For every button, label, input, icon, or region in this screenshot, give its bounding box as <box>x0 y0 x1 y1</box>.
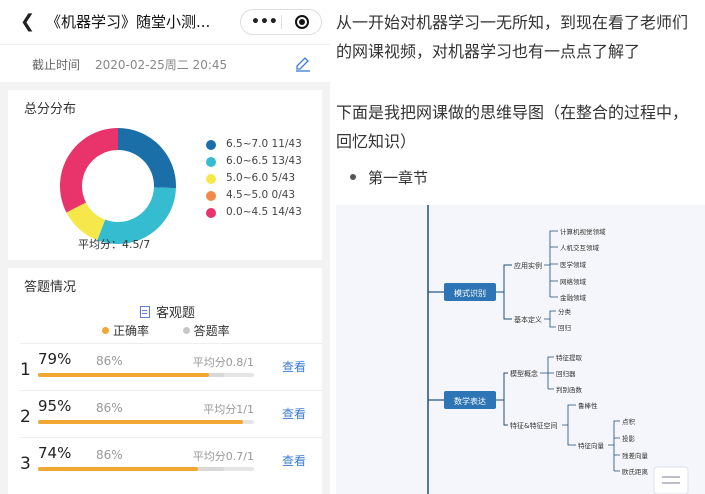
more-dots-icon[interactable]: ••• <box>251 12 278 32</box>
correct-rate-dot <box>102 327 109 334</box>
rate-legend: 正确率 答题率 <box>102 322 230 339</box>
question-row: 1 79% 86% 平均分0.8/1 查看 <box>20 343 322 389</box>
article-paragraph: 从一开始对机器学习一无所知，到现在看了老师们的网课视频，对机器学习也有一点点了解… <box>336 13 689 61</box>
mindmap-leaf-label: 分类 <box>558 307 572 316</box>
legend-label: 5.0~6.0 5/43 <box>226 172 296 184</box>
legend-item: 6.5~7.0 11/43 <box>204 136 322 153</box>
nav-bar: ❮ 《机器学习》随堂小测... ••• <box>0 0 330 44</box>
answer-rate: 86% <box>96 401 123 415</box>
question-number: 1 <box>20 360 31 380</box>
legend-color-dot <box>206 140 216 150</box>
mindmap-leaf-label: 医学领域 <box>560 260 587 269</box>
answer-rate-dot <box>182 327 190 334</box>
question-type: 客观题 <box>140 302 195 321</box>
mindmap-leaf-label: 鲁棒性 <box>578 401 598 410</box>
mindmap-branch-label: 特征&特征空间 <box>510 421 557 430</box>
mindmap-leaf-label: 计算机视觉领域 <box>560 227 606 236</box>
legend-label: 6.5~7.0 11/43 <box>226 138 302 150</box>
document-icon <box>140 306 150 318</box>
question-average: 平均分0.7/1 <box>192 450 254 463</box>
rate-progress-bar <box>38 420 254 424</box>
mindmap-branch-label: 模型概念 <box>510 369 538 378</box>
distribution-legend: 6.5~7.0 11/43 6.0~6.5 13/43 5.0~6.0 5/43 4.… <box>204 136 322 221</box>
correct-rate: 74% <box>38 444 72 462</box>
chevron-left-icon[interactable]: ❮ <box>20 12 35 32</box>
answer-rate-label: 答题率 <box>193 324 230 338</box>
target-icon[interactable] <box>295 15 309 29</box>
article-paragraph: 下面是我把网课做的思维导图（在整合的过程中，回忆知识） <box>336 103 689 151</box>
view-link[interactable]: 查看 <box>282 358 306 375</box>
view-link[interactable]: 查看 <box>282 405 306 422</box>
mindmap-leaf-label: 特征向量 <box>578 441 605 450</box>
correct-rate-label: 正确率 <box>113 324 150 338</box>
capsule-divider <box>281 15 282 29</box>
legend-label: 4.5~5.0 0/43 <box>226 189 296 201</box>
donut-slice-0.0~4.5 <box>59 128 118 213</box>
mindmap-leaf-label: 判别函数 <box>556 385 583 394</box>
mindmap-node-label: 模式识别 <box>454 288 486 298</box>
floating-toc-button[interactable] <box>653 466 689 494</box>
legend-item: 6.0~6.5 13/43 <box>204 153 322 170</box>
question-average: 平均分0.8/1 <box>192 356 254 369</box>
bullet-item: 第一章节 <box>350 167 428 188</box>
question-row: 3 74% 86% 平均分0.7/1 查看 <box>20 437 322 483</box>
question-average: 平均分1/1 <box>203 403 254 416</box>
mindmap-branch-label: 应用实例 <box>514 261 542 270</box>
mindmap-leaf-label: 网络领域 <box>560 277 587 286</box>
correct-rate-fill <box>38 467 198 471</box>
mindmap-leaf-label: 金融领域 <box>560 293 587 302</box>
mini-program-capsule: ••• <box>240 9 322 35</box>
correct-rate: 79% <box>38 350 72 368</box>
legend-item: 5.0~6.0 5/43 <box>204 170 322 187</box>
mindmap-branch-label: 基本定义 <box>514 315 542 324</box>
mindmap-leaf-label: 点积 <box>622 417 636 426</box>
donut-slice-6.5~7.0 <box>118 128 176 189</box>
question-type-label: 客观题 <box>156 306 196 321</box>
deadline-value: 2020-02-25周二 20:45 <box>95 58 228 72</box>
mindmap-leaf-label: 投影 <box>622 434 636 443</box>
legend-color-dot <box>206 157 216 167</box>
quiz-result-panel: ❮ 《机器学习》随堂小测... ••• 截止时间 2020-02-25周二 20… <box>0 0 330 494</box>
legend-color-dot <box>206 208 216 218</box>
mindmap-node-label: 数学表达 <box>454 396 486 406</box>
answer-rate: 86% <box>96 354 123 368</box>
page-title: 《机器学习》随堂小测... <box>46 13 211 31</box>
mindmap-leaf-label: 特征提取 <box>556 353 583 362</box>
distribution-title: 总分分布 <box>24 102 77 117</box>
question-number: 2 <box>20 407 31 427</box>
view-link[interactable]: 查看 <box>282 452 306 469</box>
legend-label: 0.0~4.5 14/43 <box>226 206 302 218</box>
score-donut-chart <box>59 128 176 244</box>
legend-color-dot <box>206 174 216 184</box>
legend-item: 4.5~5.0 0/43 <box>204 187 322 204</box>
deadline-label: 截止时间 <box>32 58 81 72</box>
correct-rate-fill <box>38 420 244 424</box>
answer-rate: 86% <box>96 448 123 462</box>
correct-rate: 95% <box>38 397 72 415</box>
deadline-row: 截止时间 2020-02-25周二 20:45 <box>0 44 330 82</box>
legend-item: 0.0~4.5 14/43 <box>204 204 322 221</box>
rate-progress-bar <box>38 373 254 377</box>
article-panel: 从一开始对机器学习一无所知，到现在看了老师们的网课视频，对机器学习也有一点点了解… <box>330 0 705 494</box>
answers-title: 答题情况 <box>24 280 77 295</box>
question-number: 3 <box>20 454 31 474</box>
mindmap-leaf-label: 欧氏距离 <box>622 467 649 476</box>
answer-status-card: 答题情况 客观题 正确率 答题率 1 79% 86% 平均分0.8/1 查看 2… <box>8 268 322 494</box>
question-row: 2 95% 86% 平均分1/1 查看 <box>20 390 322 436</box>
mind-map-image: 模式识别 应用实例 基本定义 计算机视觉领域 人机交互领域 医学领域 网络领域 … <box>336 205 705 494</box>
mindmap-leaf-label: 残差向量 <box>622 451 649 460</box>
average-score: 平均分：4.5/7 <box>78 238 151 251</box>
mindmap-leaf-label: 人机交互领域 <box>560 243 600 252</box>
correct-rate-fill <box>38 373 209 377</box>
legend-color-dot <box>206 191 216 201</box>
legend-label: 6.0~6.5 13/43 <box>226 155 302 167</box>
edit-icon[interactable] <box>294 55 312 73</box>
rate-progress-bar <box>38 467 254 471</box>
score-distribution-card: 总分分布 6.5~7.0 11/43 6.0~6.5 13/43 5.0~6.0 5… <box>8 90 322 260</box>
mindmap-leaf-label: 回归 <box>558 323 571 332</box>
mindmap-leaf-label: 回归器 <box>556 369 576 378</box>
